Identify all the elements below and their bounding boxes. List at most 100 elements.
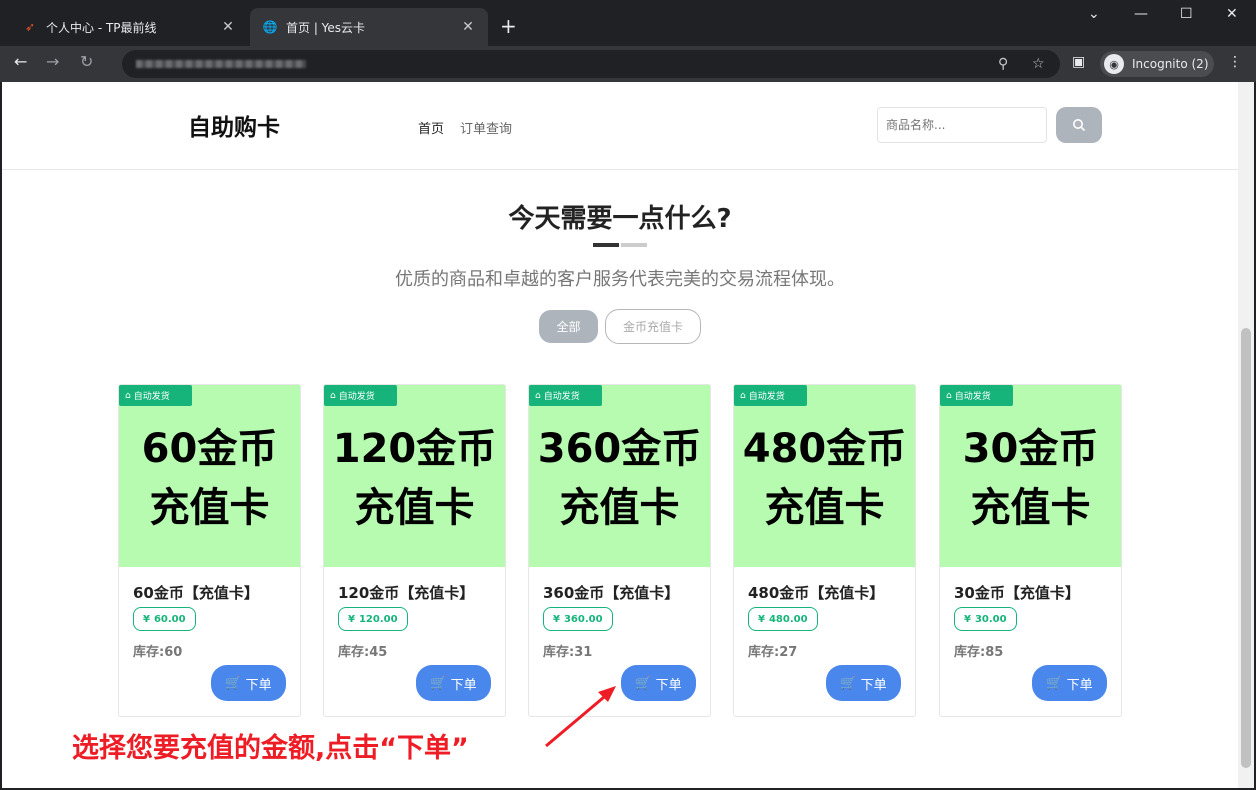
cart-icon: 🛒 [1046, 675, 1063, 691]
back-icon[interactable]: ← [14, 52, 27, 71]
close-window-icon[interactable]: ✕ [1226, 6, 1238, 22]
close-tab-icon[interactable]: ✕ [460, 19, 476, 35]
product-card[interactable]: 30金币 充值卡 ⌂ 自动发货 30金币【充值卡】 ¥30.00 库存:85 🛒 下… [939, 384, 1122, 717]
price-badge: ¥60.00 [133, 607, 196, 631]
cart-icon: 🛒 [840, 675, 857, 691]
lightning-icon: ⌂ [330, 390, 336, 401]
lightning-icon: ⌂ [125, 390, 131, 401]
product-image-text: 充值卡 [354, 485, 475, 531]
close-tab-icon[interactable]: ✕ [220, 19, 236, 35]
maximize-icon[interactable]: ☐ [1180, 6, 1193, 22]
stock-value: 85 [985, 645, 1004, 660]
filter-all-button[interactable]: 全部 [539, 310, 598, 343]
browser-tab[interactable]: ➶ 个人中心 - TP最前线 ✕ [10, 8, 248, 46]
stock-info: 库存:85 [954, 641, 1003, 660]
bookmark-star-icon[interactable]: ☆ [1032, 56, 1045, 72]
product-image-text: 充值卡 [149, 485, 270, 531]
price-badge: ¥30.00 [954, 607, 1017, 631]
currency-icon: ¥ [964, 613, 971, 625]
browser-tab-active[interactable]: 🌐 首页 | Yes云卡 ✕ [250, 8, 488, 46]
cart-icon: 🛒 [430, 675, 447, 691]
stock-value: 31 [574, 645, 593, 660]
product-image[interactable]: 30金币 充值卡 [940, 385, 1121, 567]
product-name[interactable]: 30金币【充值卡】 [954, 582, 1080, 603]
product-image[interactable]: 60金币 充值卡 [119, 385, 300, 567]
price-value: 30.00 [974, 613, 1007, 625]
product-card[interactable]: 480金币 充值卡 ⌂ 自动发货 480金币【充值卡】 ¥480.00 库存:27… [733, 384, 916, 717]
stock-value: 27 [779, 645, 798, 660]
badge-label: 自动发货 [133, 392, 170, 402]
product-image-text: 充值卡 [559, 485, 680, 531]
price-badge: ¥120.00 [338, 607, 408, 631]
stock-label: 库存: [954, 645, 986, 660]
stock-label: 库存: [133, 645, 165, 660]
incognito-icon: ◉ [1104, 54, 1124, 74]
stock-label: 库存: [748, 645, 780, 660]
browser-tab-strip: ➶ 个人中心 - TP最前线 ✕ 🌐 首页 | Yes云卡 ✕ + ⌄ — ☐ … [0, 0, 1256, 46]
product-name[interactable]: 120金币【充值卡】 [338, 582, 474, 603]
product-image-text: 360金币 [537, 426, 702, 472]
search-input[interactable] [877, 107, 1047, 143]
search-button[interactable] [1056, 107, 1102, 143]
currency-icon: ¥ [758, 613, 765, 625]
tp-favicon-icon: ➶ [24, 20, 36, 34]
zoom-icon[interactable]: ⚲ [998, 56, 1008, 72]
browser-toolbar: ← → ↻ ⚲ ☆ ▣ ◉ Incognito (2) ⋮ [0, 46, 1256, 82]
new-tab-icon[interactable]: + [500, 14, 517, 38]
cart-icon: 🛒 [225, 675, 242, 691]
forward-icon[interactable]: → [46, 52, 59, 71]
divider [593, 243, 619, 247]
incognito-indicator[interactable]: ◉ Incognito (2) [1100, 51, 1214, 77]
auto-delivery-badge: ⌂ 自动发货 [734, 385, 807, 406]
product-image[interactable]: 120金币 充值卡 [324, 385, 505, 567]
incognito-label: Incognito (2) [1132, 57, 1209, 71]
product-card[interactable]: 360金币 充值卡 ⌂ 自动发货 360金币【充值卡】 ¥360.00 库存:31… [528, 384, 711, 717]
price-value: 60.00 [153, 613, 186, 625]
auto-delivery-badge: ⌂ 自动发货 [119, 385, 192, 406]
filter-gold-card-button[interactable]: 金币充值卡 [605, 309, 701, 344]
product-image[interactable]: 480金币 充值卡 [734, 385, 915, 567]
product-image-text: 充值卡 [970, 485, 1091, 531]
product-image[interactable]: 360金币 充值卡 [529, 385, 710, 567]
nav-order-query[interactable]: 订单查询 [460, 118, 512, 137]
site-header: 自助购卡 首页 订单查询 [2, 82, 1238, 170]
menu-icon[interactable]: ⋮ [1228, 54, 1242, 70]
reload-icon[interactable]: ↻ [80, 52, 93, 71]
tab-search-icon[interactable]: ⌄ [1088, 6, 1100, 22]
order-button[interactable]: 🛒 下单 [826, 665, 901, 701]
page-scrollbar[interactable] [1238, 82, 1254, 788]
web-page: 自助购卡 首页 订单查询 今天需要一点什么? 优质的商品和卓越的客户服务代表完美… [2, 82, 1238, 788]
order-button[interactable]: 🛒 下单 [211, 665, 286, 701]
product-name[interactable]: 60金币【充值卡】 [133, 582, 259, 603]
order-button[interactable]: 🛒 下单 [1032, 665, 1107, 701]
scrollbar-thumb[interactable] [1241, 328, 1251, 768]
product-image-text: 60金币 [141, 426, 278, 472]
currency-icon: ¥ [143, 613, 150, 625]
order-button[interactable]: 🛒 下单 [621, 665, 696, 701]
stock-info: 库存:27 [748, 641, 797, 660]
site-brand[interactable]: 自助购卡 [188, 108, 280, 142]
price-value: 120.00 [358, 613, 398, 625]
order-button[interactable]: 🛒 下单 [416, 665, 491, 701]
globe-icon: 🌐 [262, 20, 278, 34]
order-label: 下单 [450, 677, 477, 693]
badge-label: 自动发货 [338, 392, 375, 402]
product-name[interactable]: 480金币【充值卡】 [748, 582, 884, 603]
price-badge: ¥360.00 [543, 607, 613, 631]
product-name[interactable]: 360金币【充值卡】 [543, 582, 679, 603]
tab-title: 首页 | Yes云卡 [286, 20, 366, 35]
lightning-icon: ⌂ [946, 390, 952, 401]
side-panel-icon[interactable]: ▣ [1072, 54, 1085, 70]
nav-home[interactable]: 首页 [418, 118, 444, 137]
badge-label: 自动发货 [748, 392, 785, 402]
currency-icon: ¥ [553, 613, 560, 625]
product-card[interactable]: 120金币 充值卡 ⌂ 自动发货 120金币【充值卡】 ¥120.00 库存:45… [323, 384, 506, 717]
product-card[interactable]: 60金币 充值卡 ⌂ 自动发货 60金币【充值卡】 ¥60.00 库存:60 🛒 下… [118, 384, 301, 717]
address-bar[interactable]: ⚲ ☆ [122, 50, 1060, 78]
instruction-annotation: 选择您要充值的金额,点击“下单” [72, 733, 469, 764]
hero-title: 今天需要一点什么? [508, 204, 732, 234]
annotation-arrow-icon [545, 686, 616, 748]
stock-value: 45 [369, 645, 388, 660]
badge-label: 自动发货 [954, 392, 991, 402]
minimize-icon[interactable]: — [1134, 6, 1148, 22]
